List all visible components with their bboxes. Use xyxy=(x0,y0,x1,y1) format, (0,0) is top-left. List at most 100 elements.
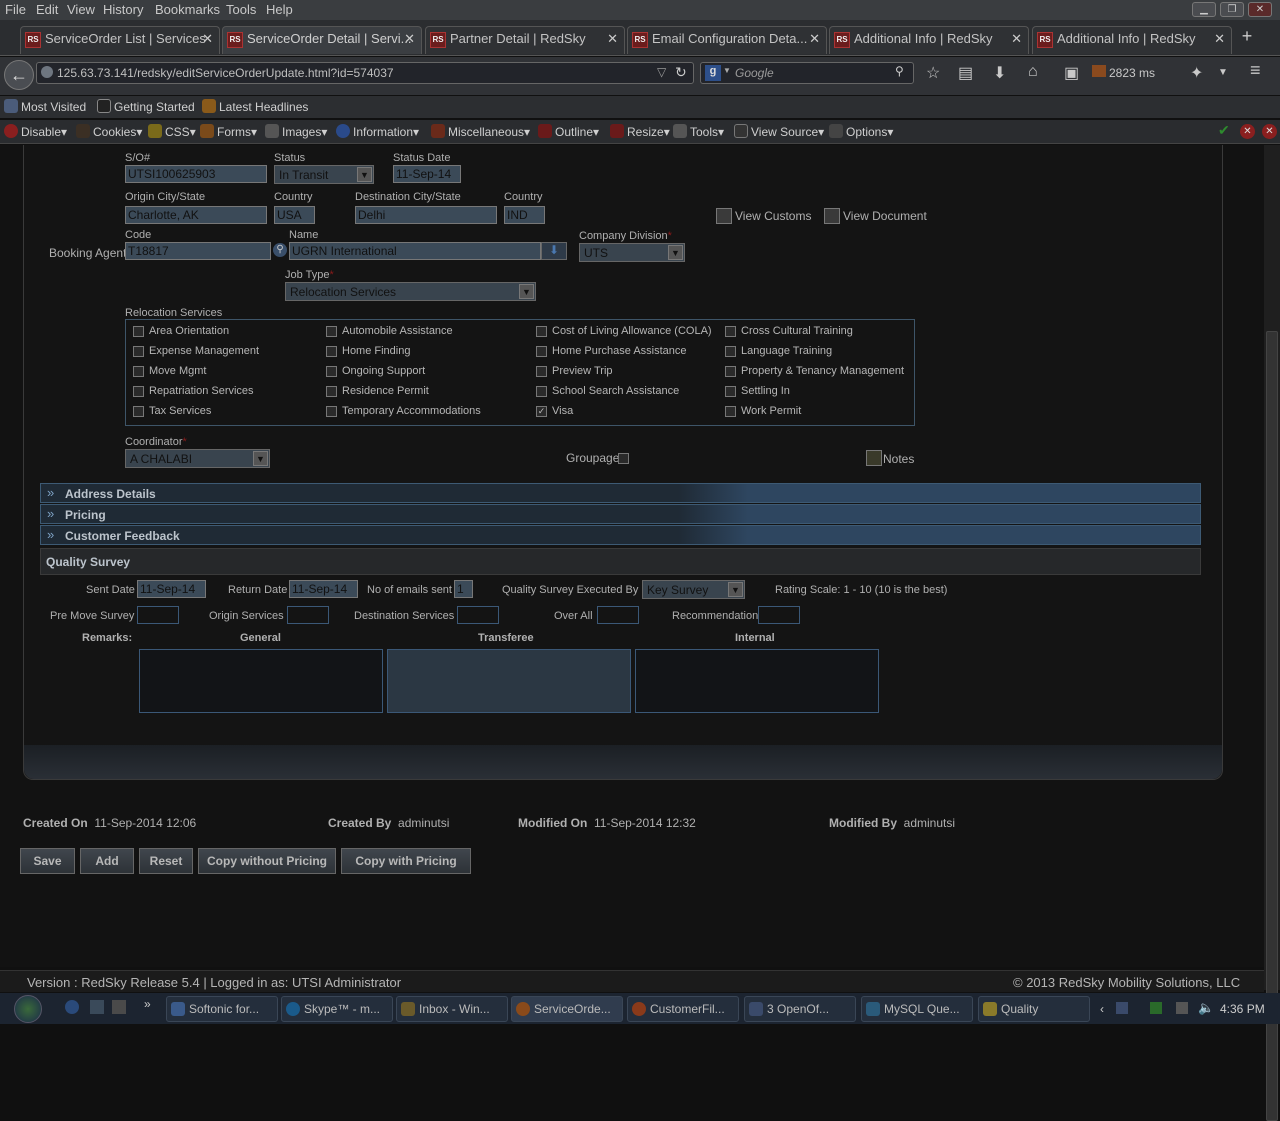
close-toolbar-icon[interactable]: ✕ xyxy=(1262,124,1277,139)
job-type-select[interactable]: Relocation Services ▼ xyxy=(285,282,536,301)
download-arrow-icon[interactable]: ⬇ xyxy=(541,242,567,260)
sent-date-field[interactable]: 11-Sep-14 xyxy=(137,580,206,598)
close-tab-icon[interactable]: ✕ xyxy=(809,31,820,47)
booking-agent-code-field[interactable]: T18817 xyxy=(125,242,271,260)
status-date-field[interactable]: 11-Sep-14 xyxy=(393,165,461,183)
dropdown-arrow-icon[interactable]: ▽ xyxy=(657,65,666,79)
ie-icon[interactable] xyxy=(65,1000,79,1014)
wd-cookies[interactable]: Cookies▾ xyxy=(76,124,142,139)
close-tab-icon[interactable]: ✕ xyxy=(404,31,415,47)
extension-icon[interactable]: ✦ xyxy=(1190,63,1203,83)
return-date-field[interactable]: 11-Sep-14 xyxy=(289,580,358,598)
bookmarks-list-icon[interactable]: ▤ xyxy=(958,63,973,83)
explorer-icon[interactable] xyxy=(112,1000,126,1014)
tab-serviceorder-list[interactable]: RS ServiceOrder List | Services ✕ xyxy=(20,26,220,54)
general-remarks-textarea[interactable] xyxy=(139,649,383,713)
tab-additional-info-2[interactable]: RS Additional Info | RedSky ✕ xyxy=(1032,26,1232,54)
tab-email-configuration[interactable]: RS Email Configuration Deta... ✕ xyxy=(627,26,827,54)
service-checkbox[interactable] xyxy=(536,346,547,357)
service-checkbox[interactable] xyxy=(133,406,144,417)
bookmark-most-visited[interactable]: Most Visited xyxy=(4,99,86,114)
search-icon[interactable]: ⚲ xyxy=(895,64,904,78)
notes-link[interactable]: Notes xyxy=(866,450,914,466)
error-icon[interactable]: ✕ xyxy=(1240,124,1255,139)
close-tab-icon[interactable]: ✕ xyxy=(202,31,213,47)
search-engine-dropdown-icon[interactable]: ▼ xyxy=(723,66,731,75)
show-desktop-icon[interactable] xyxy=(90,1000,104,1014)
wd-images[interactable]: Images▾ xyxy=(265,124,327,139)
taskbar-mysql[interactable]: MySQL Que... xyxy=(861,996,973,1022)
address-bar[interactable]: 125.63.73.141/redsky/editServiceOrderUpd… xyxy=(36,62,694,84)
over-all-field[interactable] xyxy=(597,606,639,624)
menu-file[interactable]: File xyxy=(5,2,26,17)
section-customer-feedback[interactable]: » Customer Feedback xyxy=(40,525,1201,545)
service-checkbox[interactable] xyxy=(536,386,547,397)
destination-services-field[interactable] xyxy=(457,606,499,624)
service-checkbox[interactable] xyxy=(536,326,547,337)
service-checkbox[interactable] xyxy=(725,386,736,397)
taskbar-skype[interactable]: Skype™ - m... xyxy=(281,996,393,1022)
transferee-remarks-textarea[interactable] xyxy=(387,649,631,713)
service-checkbox[interactable] xyxy=(725,326,736,337)
back-icon[interactable]: ← xyxy=(4,60,34,90)
internal-remarks-textarea[interactable] xyxy=(635,649,879,713)
service-checkbox[interactable] xyxy=(326,366,337,377)
bookmark-star-icon[interactable]: ☆ xyxy=(926,63,940,83)
menu-tools[interactable]: Tools xyxy=(226,2,256,17)
home-icon[interactable]: ⌂ xyxy=(1028,63,1038,81)
quality-survey-header[interactable]: Quality Survey xyxy=(40,548,1201,575)
close-tab-icon[interactable]: ✕ xyxy=(607,31,618,47)
service-checkbox[interactable] xyxy=(133,326,144,337)
taskbar-serviceorder[interactable]: ServiceOrde... xyxy=(511,996,623,1022)
close-tab-icon[interactable]: ✕ xyxy=(1011,31,1022,47)
clock-text[interactable]: 4:36 PM xyxy=(1220,1002,1265,1016)
executed-by-select[interactable]: Key Survey ▼ xyxy=(642,580,745,599)
menu-bookmarks[interactable]: Bookmarks xyxy=(155,2,220,17)
service-checkbox[interactable] xyxy=(725,406,736,417)
tray-network-icon[interactable] xyxy=(1116,1002,1128,1014)
groupage-checkbox[interactable] xyxy=(618,453,629,464)
tray-expand-icon[interactable]: ‹ xyxy=(1100,1002,1104,1016)
wd-resize[interactable]: Resize▾ xyxy=(610,124,670,139)
add-button[interactable]: Add xyxy=(80,848,134,874)
view-document-link[interactable]: View Document xyxy=(824,208,927,224)
addon-icon[interactable]: ▣ xyxy=(1064,63,1079,83)
menu-view[interactable]: View xyxy=(67,2,95,17)
service-checkbox[interactable] xyxy=(725,366,736,377)
wd-information[interactable]: Information▾ xyxy=(336,124,419,139)
wd-forms[interactable]: Forms▾ xyxy=(200,124,257,139)
close-tab-icon[interactable]: ✕ xyxy=(1214,31,1225,47)
service-checkbox[interactable] xyxy=(326,326,337,337)
coordinator-select[interactable]: A CHALABI ▼ xyxy=(125,449,270,468)
copy-without-pricing-button[interactable]: Copy without Pricing xyxy=(198,848,336,874)
tab-serviceorder-detail[interactable]: RS ServiceOrder Detail | Servi... ✕ xyxy=(222,26,422,54)
wd-tools[interactable]: Tools▾ xyxy=(673,124,724,139)
taskbar-inbox[interactable]: Inbox - Win... xyxy=(396,996,508,1022)
service-checkbox[interactable]: ✓ xyxy=(536,406,547,417)
new-tab-icon[interactable]: + xyxy=(1236,26,1258,48)
search-input[interactable]: g ▼ Google ⚲ xyxy=(700,62,914,84)
service-checkbox[interactable] xyxy=(133,346,144,357)
bookmark-getting-started[interactable]: Getting Started xyxy=(97,99,195,114)
wd-miscellaneous[interactable]: Miscellaneous▾ xyxy=(431,124,530,139)
status-select[interactable]: In Transit ▼ xyxy=(274,165,374,184)
menu-history[interactable]: History xyxy=(103,2,143,17)
taskbar-quality-folder[interactable]: Quality xyxy=(978,996,1090,1022)
emails-sent-field[interactable]: 1 xyxy=(454,580,473,598)
wd-options[interactable]: Options▾ xyxy=(829,124,893,139)
taskbar-openoffice[interactable]: 3 OpenOf... xyxy=(744,996,856,1022)
destination-country-field[interactable]: IND xyxy=(504,206,545,224)
service-checkbox[interactable] xyxy=(133,366,144,377)
origin-country-field[interactable]: USA xyxy=(274,206,315,224)
restore-icon[interactable]: ❐ xyxy=(1220,2,1244,17)
service-checkbox[interactable] xyxy=(326,406,337,417)
chevron-down-icon[interactable]: ▼ xyxy=(519,284,534,299)
wd-outline[interactable]: Outline▾ xyxy=(538,124,599,139)
search-icon[interactable]: ⚲ xyxy=(273,243,287,257)
start-button-icon[interactable] xyxy=(14,995,42,1023)
booking-agent-name-field[interactable]: UGRN International xyxy=(289,242,541,260)
view-customs-link[interactable]: View Customs xyxy=(716,208,811,224)
chevron-down-icon[interactable]: ▼ xyxy=(728,582,743,597)
service-checkbox[interactable] xyxy=(725,346,736,357)
wd-css[interactable]: CSS▾ xyxy=(148,124,196,139)
